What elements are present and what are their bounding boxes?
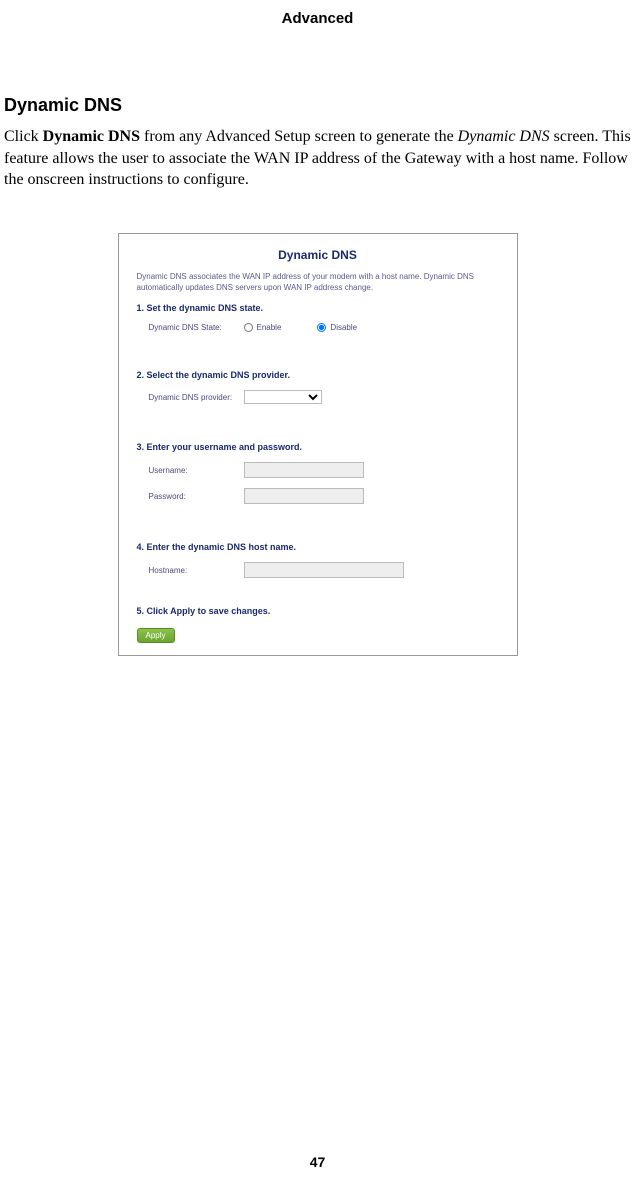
disable-radio[interactable] bbox=[317, 323, 326, 332]
username-label: Username: bbox=[149, 466, 244, 475]
hostname-field[interactable] bbox=[244, 562, 404, 578]
text-part: from any Advanced Setup screen to genera… bbox=[140, 128, 458, 145]
provider-select[interactable] bbox=[244, 390, 322, 404]
provider-label: Dynamic DNS provider: bbox=[149, 393, 244, 402]
step2-heading: 2. Select the dynamic DNS provider. bbox=[137, 370, 499, 380]
password-field[interactable] bbox=[244, 488, 364, 504]
step4-heading: 4. Enter the dynamic DNS host name. bbox=[137, 542, 499, 552]
text-italic: Dynamic DNS bbox=[458, 128, 550, 145]
section-heading: Dynamic DNS bbox=[4, 95, 631, 116]
config-screenshot: Dynamic DNS Dynamic DNS associates the W… bbox=[118, 233, 518, 657]
disable-label: Disable bbox=[330, 323, 357, 332]
page-number: 47 bbox=[0, 1154, 635, 1170]
step5-heading: 5. Click Apply to save changes. bbox=[137, 606, 499, 616]
enable-radio[interactable] bbox=[244, 323, 253, 332]
apply-button[interactable]: Apply bbox=[137, 628, 175, 643]
body-paragraph: Click Dynamic DNS from any Advanced Setu… bbox=[4, 126, 631, 191]
text-bold: Dynamic DNS bbox=[43, 128, 140, 145]
hostname-row: Hostname: bbox=[137, 560, 499, 580]
disable-option[interactable]: Disable bbox=[317, 323, 357, 332]
header-title: Advanced bbox=[282, 10, 354, 27]
step3-heading: 3. Enter your username and password. bbox=[137, 442, 499, 452]
username-field[interactable] bbox=[244, 462, 364, 478]
page-header: Advanced bbox=[0, 0, 635, 27]
dns-state-label: Dynamic DNS State: bbox=[149, 323, 244, 332]
dns-state-row: Dynamic DNS State: Enable Disable bbox=[137, 321, 499, 334]
provider-row: Dynamic DNS provider: bbox=[137, 388, 499, 406]
username-row: Username: bbox=[137, 460, 499, 480]
enable-option[interactable]: Enable bbox=[244, 323, 282, 332]
password-label: Password: bbox=[149, 492, 244, 501]
enable-label: Enable bbox=[257, 323, 282, 332]
password-row: Password: bbox=[137, 486, 499, 506]
step1-heading: 1. Set the dynamic DNS state. bbox=[137, 303, 499, 313]
hostname-label: Hostname: bbox=[149, 566, 244, 575]
screenshot-description: Dynamic DNS associates the WAN IP addres… bbox=[137, 272, 499, 294]
screenshot-title: Dynamic DNS bbox=[137, 248, 499, 262]
text-part: Click bbox=[4, 128, 43, 145]
